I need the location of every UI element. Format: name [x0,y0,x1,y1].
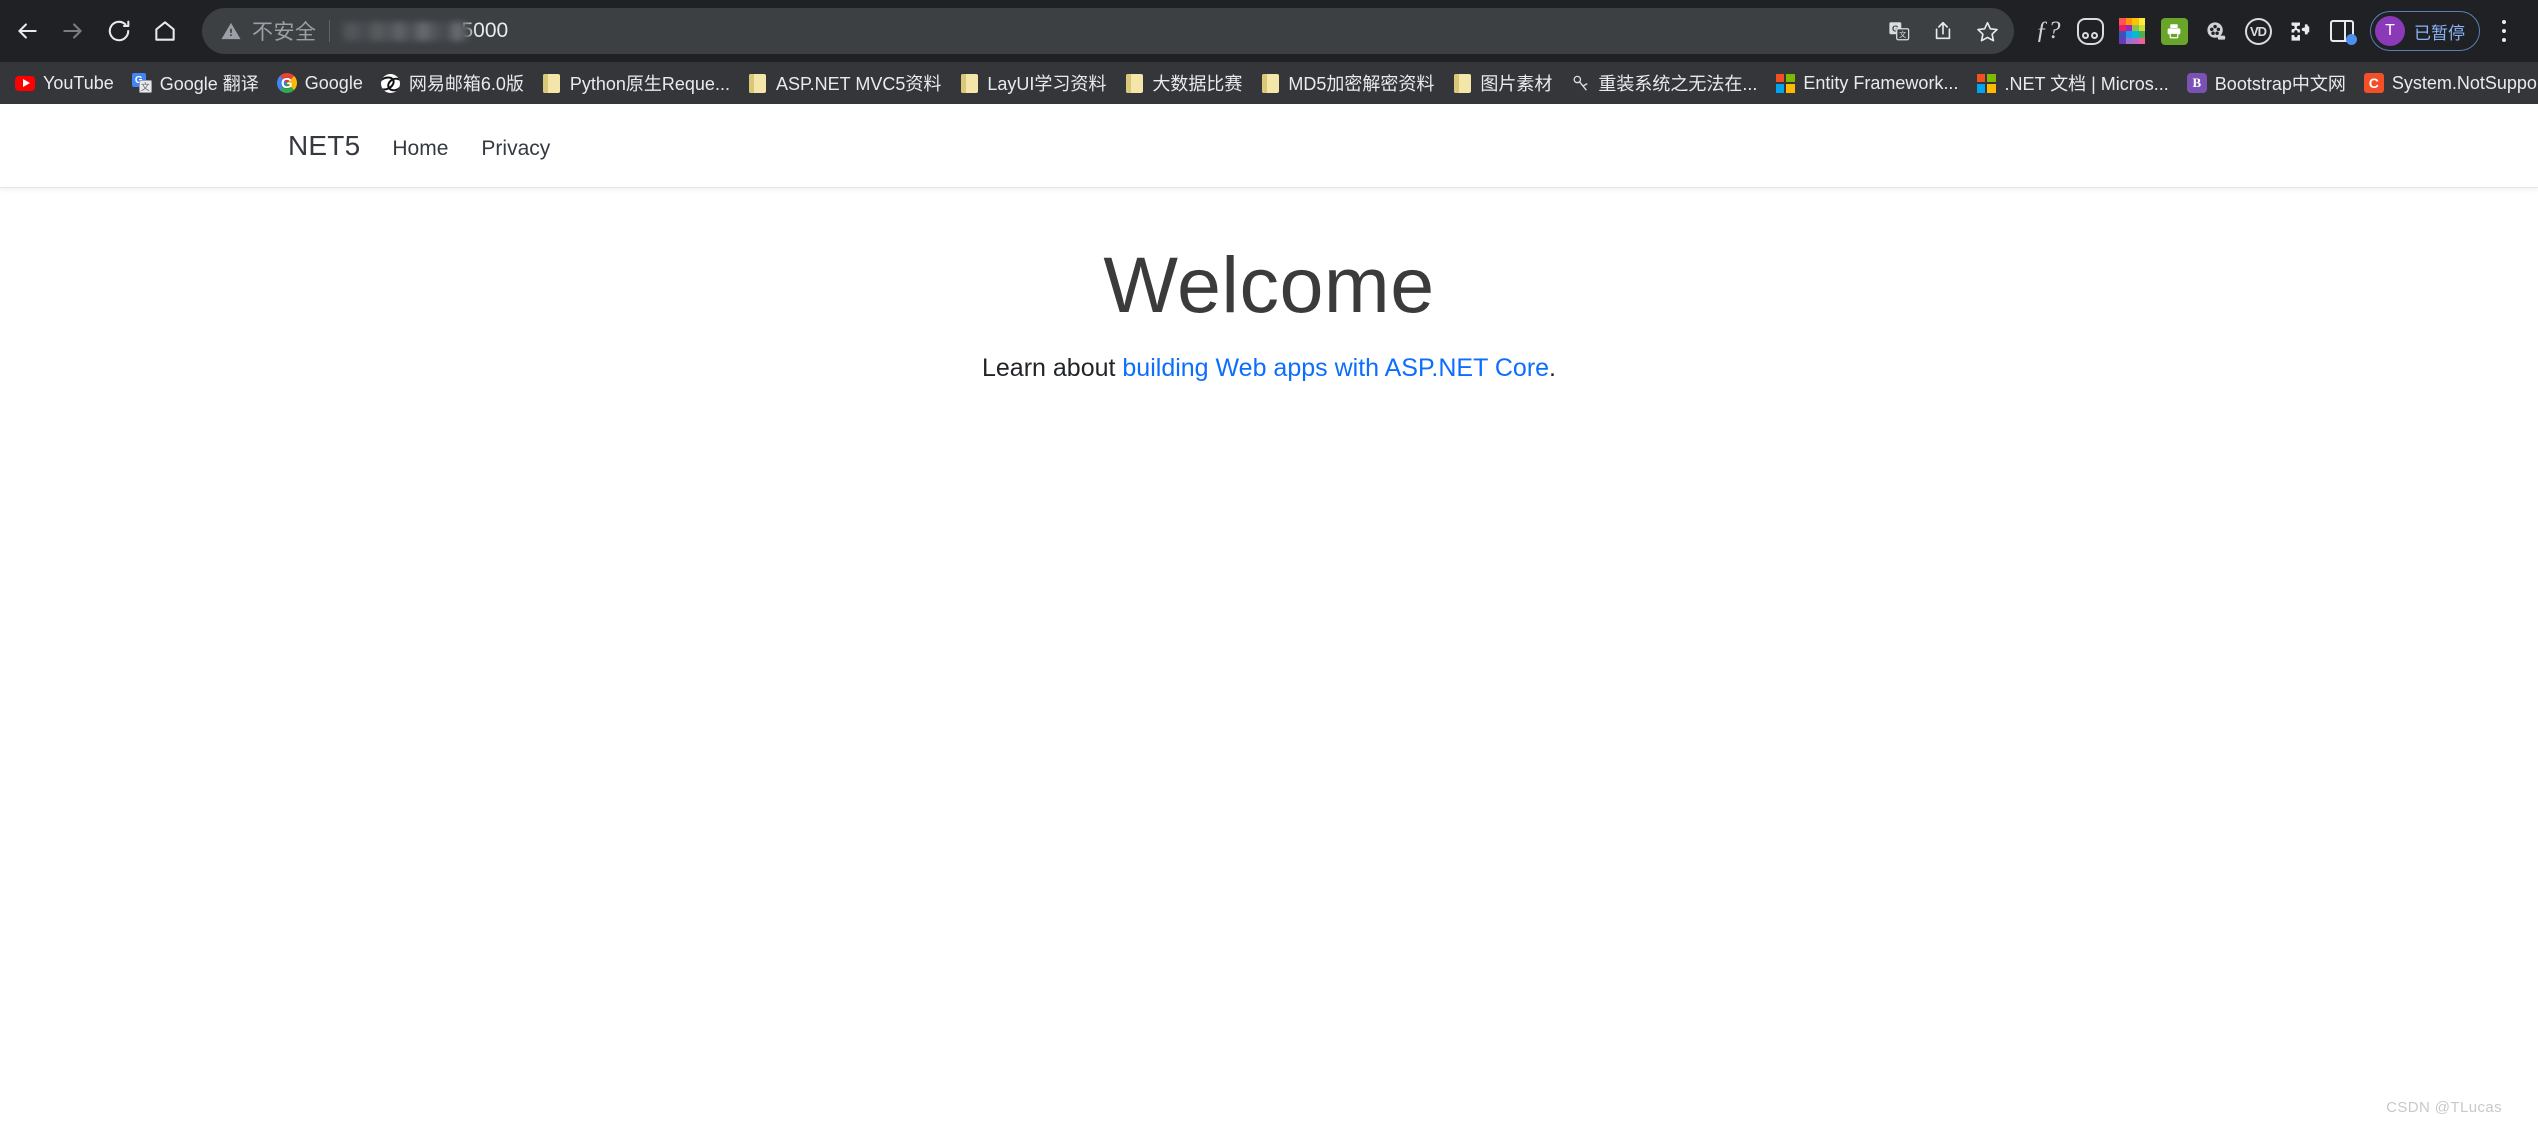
svg-text:文: 文 [1899,30,1907,39]
bookmark-google[interactable]: Google [268,67,372,99]
profile-button[interactable]: T 已暂停 [2370,11,2480,51]
bookmark-google-translate[interactable]: G文 Google 翻译 [123,67,268,99]
f-question-extension-icon[interactable]: ƒ? [2028,11,2068,51]
site-brand[interactable]: NET5 [288,130,360,162]
google-translate-icon: G文 [131,73,152,93]
translate-icon[interactable]: G 文 [1878,10,1920,52]
film-reel-extension-icon[interactable] [2196,11,2236,51]
bookmark-entity-framework[interactable]: Entity Framework... [1766,67,1967,99]
side-panel-glyph [2330,20,2357,45]
bookmark-label: ASP.NET MVC5资料 [775,74,942,94]
page-viewport: NET5 Home Privacy Welcome Learn about bu… [0,104,2538,1134]
back-button[interactable] [4,8,50,54]
microsoft-icon [1775,73,1795,93]
bookmark-label: 图片素材 [1480,74,1553,94]
bookmark-label: 重装系统之无法在... [1598,74,1758,94]
folder-icon [1452,73,1472,93]
not-secure-warning-icon [220,20,242,42]
watermark: CSDN @TLucas [2386,1099,2502,1116]
bookmark-label: Bootstrap中文网 [2214,74,2346,94]
bookmarks-bar: YouTube G文 Google 翻译 Google 网易邮箱6.0版 Pyt… [0,62,2538,104]
printer-glyph [2160,17,2188,45]
aspnet-core-docs-link[interactable]: building Web apps with ASP.NET Core [1122,354,1549,382]
home-button[interactable] [142,8,188,54]
glasses-extension-icon[interactable] [2070,11,2110,51]
page-subtitle: Learn about building Web apps with ASP.N… [0,354,2538,383]
nav-link-privacy[interactable]: Privacy [481,137,550,161]
netease-mail-icon [381,73,401,93]
bookmark-layui[interactable]: LayUI学习资料 [950,67,1115,99]
main-content: Welcome Learn about building Web apps wi… [0,188,2538,383]
avatar: T [2375,16,2405,46]
folder-icon [959,73,979,93]
google-icon [276,73,297,93]
bookmark-bigdata-contest[interactable]: 大数据比赛 [1115,67,1251,99]
color-grid-extension-icon[interactable] [2112,11,2152,51]
puzzle-extensions-icon[interactable] [2280,11,2320,51]
share-icon[interactable] [1922,10,1964,52]
omnibox-actions: G 文 [1878,10,2008,52]
reload-button[interactable] [96,8,142,54]
bookmark-reinstall-system[interactable]: 重装系统之无法在... [1561,67,1766,99]
site-navbar: NET5 Home Privacy [0,104,2538,188]
page-title: Welcome [1103,240,1435,329]
browser-chrome: 不安全 5000 G 文 ƒ? VD T 已暂停 YouTube 文 Googl… [0,0,2538,104]
url-redacted-blur [341,21,470,41]
f-question-glyph: ƒ? [2035,17,2061,44]
bookmark-label: LayUI学习资料 [987,74,1107,94]
folder-icon [1124,73,1144,93]
nav-link-home[interactable]: Home [392,137,448,161]
film-reel-glyph [2203,19,2229,43]
forward-button[interactable] [50,8,96,54]
bookmark-dotnet-docs[interactable]: .NET 文档 | Micros... [1967,67,2177,99]
bookmark-label: Google [304,72,363,93]
folder-icon [542,73,562,93]
microsoft-icon [1976,73,1996,93]
nav-links: Home Privacy [392,137,550,161]
vd-glyph: VD [2244,17,2272,45]
green-printer-extension-icon[interactable] [2154,11,2194,51]
glasses-glyph [2076,17,2104,45]
browser-toolbar: 不安全 5000 G 文 ƒ? VD T 已暂停 [0,0,2538,62]
extension-icons: ƒ? VD [2028,11,2362,51]
address-bar[interactable]: 不安全 5000 G 文 [202,8,2014,54]
bookmark-netease-mail[interactable]: 网易邮箱6.0版 [372,67,533,99]
bookmark-md5[interactable]: MD5加密解密资料 [1251,67,1443,99]
browser-menu-button[interactable] [2484,9,2524,53]
security-status-text: 不安全 [252,21,317,44]
bookmark-aspnet-mvc5[interactable]: ASP.NET MVC5资料 [739,67,950,99]
bookmark-system-notsupported[interactable]: C System.NotSuppo... [2355,67,2538,99]
bookmark-label: .NET 文档 | Micros... [2004,74,2169,94]
vd-downloader-extension-icon[interactable]: VD [2238,11,2278,51]
bookmark-label: System.NotSuppo... [2391,72,2538,93]
csharp-icon: C [2363,73,2384,93]
bookmark-python-requests[interactable]: Python原生Reque... [533,67,739,99]
subtitle-suffix: . [1549,353,1556,382]
bookmark-label: Entity Framework... [1803,72,1959,93]
profile-status-text: 已暂停 [2414,23,2465,43]
bookmark-label: Python原生Reque... [569,74,730,94]
folder-icon [748,73,768,93]
bookmark-star-icon[interactable] [1966,10,2008,52]
bootstrap-icon: B [2186,73,2207,93]
bookmark-label: 大数据比赛 [1152,74,1243,94]
subtitle-prefix: Learn about [982,353,1123,382]
url-text-wrap[interactable]: 5000 [341,19,1879,43]
color-grid-glyph [2119,18,2145,44]
youtube-icon [15,73,35,93]
bookmark-youtube[interactable]: YouTube [6,67,123,99]
omnibox-divider [328,20,330,42]
bookmark-label: Google 翻译 [159,74,259,94]
bookmark-label: YouTube [43,72,114,93]
document-icon [1570,73,1590,93]
side-panel-icon[interactable] [2322,11,2362,51]
bookmark-label: 网易邮箱6.0版 [408,74,524,94]
folder-icon [1260,73,1280,93]
navbar-inner: NET5 Home Privacy [264,130,2274,162]
bookmark-label: MD5加密解密资料 [1288,74,1435,94]
bookmark-image-assets[interactable]: 图片素材 [1443,67,1561,99]
bookmark-bootstrap-cn[interactable]: B Bootstrap中文网 [2178,67,2355,99]
